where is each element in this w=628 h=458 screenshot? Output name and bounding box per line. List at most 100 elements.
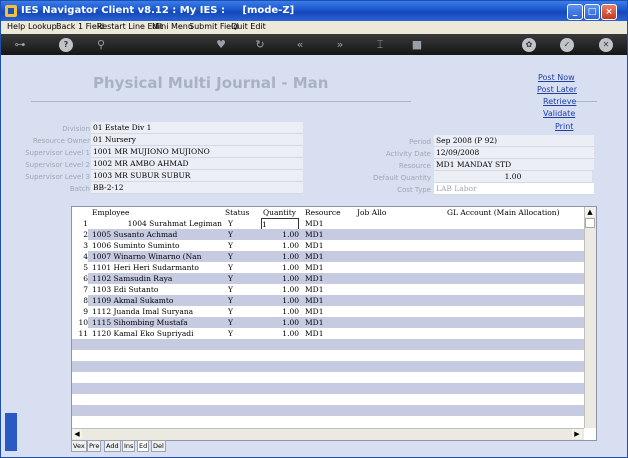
- tab-vex[interactable]: Vex: [71, 440, 87, 452]
- employee-cell[interactable]: 1102 Samsudin Raya: [92, 273, 172, 284]
- scroll-right-button[interactable]: ▶: [572, 429, 582, 439]
- horizontal-scrollbar[interactable]: ◀ ▶: [72, 428, 584, 440]
- status-cell[interactable]: Y: [228, 218, 233, 229]
- tab-ins[interactable]: Ins: [122, 440, 136, 452]
- tab-del[interactable]: Del: [151, 440, 166, 452]
- status-cell[interactable]: Y: [228, 240, 233, 251]
- resource-cell[interactable]: MD1: [305, 273, 323, 284]
- help-icon[interactable]: ?: [59, 38, 73, 52]
- resource-owner-field[interactable]: 01 Nursery: [91, 134, 303, 146]
- vertical-scrollbar[interactable]: ▲: [584, 207, 596, 428]
- col-employee[interactable]: Employee: [92, 207, 129, 218]
- table-row[interactable]: 1 1004 Surahmat Legiman Y 1 MD1: [72, 218, 584, 231]
- key-icon[interactable]: ⊶: [9, 38, 31, 52]
- settings-icon[interactable]: ✿: [522, 38, 536, 52]
- status-cell[interactable]: Y: [228, 273, 233, 284]
- table-row-empty[interactable]: [72, 361, 584, 372]
- table-row-empty[interactable]: [72, 383, 584, 394]
- table-row-empty[interactable]: [72, 405, 584, 416]
- close-window-button[interactable]: ×: [601, 4, 617, 20]
- table-row-empty[interactable]: [72, 339, 584, 350]
- quantity-cell[interactable]: 1.00: [263, 328, 299, 339]
- rewind-icon[interactable]: «: [293, 38, 307, 52]
- status-cell[interactable]: Y: [228, 328, 233, 339]
- period-field[interactable]: Sep 2008 (P 92): [434, 135, 594, 147]
- col-quantity[interactable]: Quantity: [263, 207, 296, 218]
- scroll-up-button[interactable]: ▲: [585, 207, 595, 217]
- activity-date-field[interactable]: 12/09/2008: [434, 147, 594, 159]
- quantity-cell[interactable]: 1.00: [263, 262, 299, 273]
- quantity-cell[interactable]: 1.00: [263, 240, 299, 251]
- table-row[interactable]: 8 1109 Akmal Sukamto Y 1.00 MD1: [72, 295, 584, 306]
- tab-add[interactable]: Add: [104, 440, 121, 452]
- post-later-link[interactable]: Post Later: [537, 85, 577, 94]
- employee-cell[interactable]: 1112 Juanda Imal Suryana: [92, 306, 193, 317]
- quantity-cell[interactable]: 1.00: [263, 306, 299, 317]
- table-row-empty[interactable]: [72, 394, 584, 405]
- maximize-button[interactable]: □: [584, 4, 600, 20]
- employee-cell[interactable]: 1103 Edi Sutanto: [92, 284, 158, 295]
- heart-icon[interactable]: ♥: [214, 38, 228, 52]
- employee-cell[interactable]: 1101 Heri Heri Sudarmanto: [92, 262, 199, 273]
- col-resource[interactable]: Resource: [305, 207, 341, 218]
- tab-pre[interactable]: Pre: [87, 440, 102, 452]
- tab-ed[interactable]: Ed: [137, 440, 150, 452]
- employee-cell[interactable]: 1006 Suminto Suminto: [92, 240, 180, 251]
- table-row[interactable]: 4 1007 Winarno Winarno (Nan Y 1.00 MD1: [72, 251, 584, 262]
- table-row[interactable]: 10 1115 Sihombing Mustafa Y 1.00 MD1: [72, 317, 584, 328]
- quantity-cell[interactable]: 1.00: [263, 229, 299, 240]
- side-panel-tab[interactable]: [5, 413, 17, 451]
- table-row[interactable]: 11 1120 Kamal Eko Supriyadi Y 1.00 MD1: [72, 328, 584, 339]
- employee-cell[interactable]: 1115 Sihombing Mustafa: [92, 317, 188, 328]
- resource-cell[interactable]: MD1: [305, 295, 323, 306]
- table-row[interactable]: 2 1005 Susanto Achmad Y 1.00 MD1: [72, 229, 584, 240]
- minimize-button[interactable]: _: [567, 4, 583, 20]
- menu-quit-edit[interactable]: Quit Edit: [231, 22, 266, 31]
- resource-field[interactable]: MD1 MANDAY STD: [434, 159, 594, 171]
- resource-cell[interactable]: MD1: [305, 328, 323, 339]
- menu-lookup[interactable]: Lookup: [28, 22, 57, 31]
- supervisor-level-2-field[interactable]: 1002 MR AMBO AHMAD: [91, 158, 303, 170]
- post-now-link[interactable]: Post Now: [538, 73, 575, 82]
- scroll-left-button[interactable]: ◀: [72, 429, 82, 439]
- table-row[interactable]: 5 1101 Heri Heri Sudarmanto Y 1.00 MD1: [72, 262, 584, 273]
- status-cell[interactable]: Y: [228, 262, 233, 273]
- resource-cell[interactable]: MD1: [305, 240, 323, 251]
- supervisor-level-3-field[interactable]: 1003 MR SUBUR SUBUR: [91, 170, 303, 182]
- refresh-icon[interactable]: ↻: [253, 38, 267, 52]
- status-cell[interactable]: Y: [228, 295, 233, 306]
- retrieve-link[interactable]: Retrieve: [543, 97, 576, 106]
- resource-cell[interactable]: MD1: [305, 317, 323, 328]
- print-link[interactable]: Print: [555, 122, 573, 131]
- col-job-allo[interactable]: Job Allo: [357, 207, 386, 218]
- close-icon[interactable]: ✕: [599, 38, 613, 52]
- quantity-cell[interactable]: 1.00: [263, 273, 299, 284]
- search-icon[interactable]: ⚲: [94, 38, 108, 52]
- quantity-cell[interactable]: 1.00: [263, 284, 299, 295]
- status-cell[interactable]: Y: [228, 251, 233, 262]
- col-status[interactable]: Status: [225, 207, 249, 218]
- table-row-empty[interactable]: [72, 350, 584, 361]
- employee-cell[interactable]: 1109 Akmal Sukamto: [92, 295, 173, 306]
- default-quantity-field[interactable]: 1.00: [434, 171, 592, 183]
- employee-cell[interactable]: 1005 Susanto Achmad: [92, 229, 177, 240]
- resource-cell[interactable]: MD1: [305, 229, 323, 240]
- table-row-empty[interactable]: [72, 372, 584, 383]
- resource-cell[interactable]: MD1: [305, 284, 323, 295]
- scroll-thumb[interactable]: [585, 218, 595, 228]
- resource-cell[interactable]: MD1: [305, 218, 323, 229]
- quantity-cell[interactable]: 1.00: [263, 295, 299, 306]
- division-field[interactable]: 01 Estate Div 1: [91, 122, 303, 134]
- forward-icon[interactable]: »: [333, 38, 347, 52]
- employee-cell[interactable]: 1007 Winarno Winarno (Nan: [92, 251, 201, 262]
- table-row[interactable]: 9 1112 Juanda Imal Suryana Y 1.00 MD1: [72, 306, 584, 317]
- table-row[interactable]: 3 1006 Suminto Suminto Y 1.00 MD1: [72, 240, 584, 251]
- resource-cell[interactable]: MD1: [305, 306, 323, 317]
- col-gl-account[interactable]: GL Account (Main Allocation): [447, 207, 560, 218]
- menu-help[interactable]: Help: [7, 22, 25, 31]
- employee-cell[interactable]: 1120 Kamal Eko Supriyadi: [92, 328, 194, 339]
- check-icon[interactable]: ✓: [560, 38, 574, 52]
- quantity-cell[interactable]: 1.00: [263, 251, 299, 262]
- quantity-cell[interactable]: 1.00: [263, 317, 299, 328]
- supervisor-level-1-field[interactable]: 1001 MR MUJIONO MUJIONO: [91, 146, 303, 158]
